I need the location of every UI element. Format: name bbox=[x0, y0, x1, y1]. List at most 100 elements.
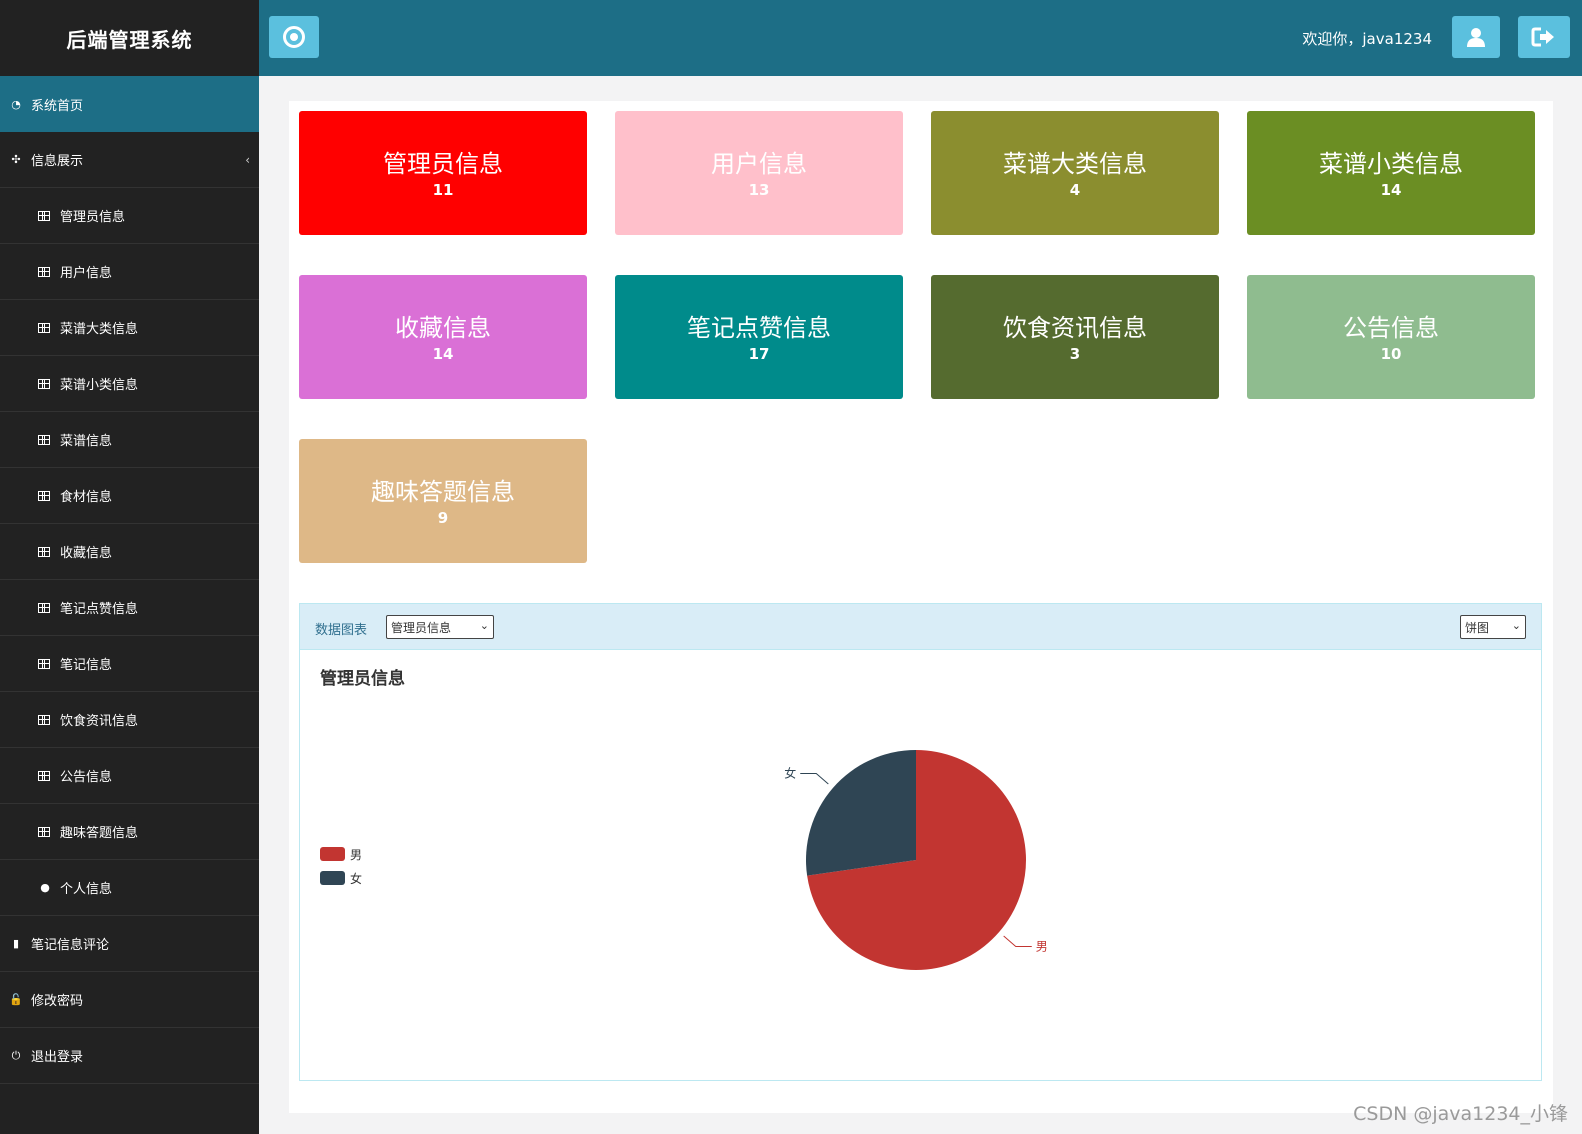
sidebar-item-13[interactable]: 趣味答题信息 bbox=[0, 804, 259, 860]
sidebar-item-9[interactable]: 笔记点赞信息 bbox=[0, 580, 259, 636]
stat-card[interactable]: 收藏信息 14 bbox=[299, 275, 587, 399]
sidebar-item-label: 笔记信息评论 bbox=[31, 938, 110, 953]
chart-legend: 男女 bbox=[320, 842, 362, 890]
stat-card[interactable]: 用户信息 13 bbox=[615, 111, 903, 235]
home-button[interactable] bbox=[269, 16, 319, 58]
lock-icon: 🔓 bbox=[9, 993, 23, 1006]
stat-card-count: 14 bbox=[1380, 181, 1402, 199]
pie-label-line bbox=[1003, 935, 1032, 947]
table-icon bbox=[38, 490, 50, 501]
top-bar: 欢迎你，java1234 bbox=[259, 0, 1582, 76]
stat-card-title: 公告信息 bbox=[1343, 314, 1439, 342]
brand-title: 后端管理系统 bbox=[66, 27, 193, 52]
stat-card-count: 3 bbox=[1069, 345, 1081, 363]
stat-card-title: 笔记点赞信息 bbox=[687, 314, 831, 342]
sidebar-item-3[interactable]: 用户信息 bbox=[0, 244, 259, 300]
stat-card-title: 收藏信息 bbox=[395, 314, 491, 342]
sidebar-item-label: 个人信息 bbox=[60, 882, 113, 897]
sidebar-item-label: 管理员信息 bbox=[60, 210, 126, 225]
sidebar-item-8[interactable]: 收藏信息 bbox=[0, 524, 259, 580]
table-icon bbox=[38, 658, 50, 669]
table-icon bbox=[38, 378, 50, 389]
sidebar-item-12[interactable]: 公告信息 bbox=[0, 748, 259, 804]
stat-card[interactable]: 趣味答题信息 9 bbox=[299, 439, 587, 563]
sidebar-item-label: 食材信息 bbox=[60, 490, 113, 505]
stat-card-title: 饮食资讯信息 bbox=[1003, 314, 1147, 342]
table-icon bbox=[38, 714, 50, 725]
legend-label: 女 bbox=[350, 871, 363, 886]
sidebar-item-1[interactable]: ✣ 信息展示 ‹ bbox=[0, 132, 259, 188]
stat-card[interactable]: 公告信息 10 bbox=[1247, 275, 1535, 399]
sidebar-item-label: 笔记信息 bbox=[60, 658, 113, 673]
chart-body: 男女 管理员信息 男女 bbox=[300, 650, 1541, 1080]
sidebar-item-0[interactable]: ◔ 系统首页 bbox=[0, 76, 259, 132]
file-icon: ▮ bbox=[12, 937, 20, 950]
table-icon bbox=[38, 546, 50, 557]
table-icon bbox=[38, 210, 50, 221]
stat-card[interactable]: 菜谱大类信息 4 bbox=[931, 111, 1219, 235]
sidebar-item-16[interactable]: 🔓 修改密码 bbox=[0, 972, 259, 1028]
sidebar-item-label: 收藏信息 bbox=[60, 546, 113, 561]
pie-slice-label: 女 bbox=[784, 766, 796, 781]
chart-panel-label: 数据图表 bbox=[315, 623, 368, 638]
table-icon bbox=[38, 322, 50, 333]
table-icon bbox=[38, 266, 50, 277]
sidebar-item-5[interactable]: 菜谱小类信息 bbox=[0, 356, 259, 412]
stat-card-count: 13 bbox=[748, 181, 770, 199]
sidebar-item-label: 系统首页 bbox=[31, 98, 84, 114]
stat-card-count: 10 bbox=[1380, 345, 1402, 363]
sidebar-item-label: 趣味答题信息 bbox=[60, 826, 139, 841]
stat-card-count: 17 bbox=[748, 345, 770, 363]
table-icon bbox=[38, 434, 50, 445]
stat-card-title: 管理员信息 bbox=[383, 150, 503, 178]
sidebar-item-15[interactable]: ▮ 笔记信息评论 bbox=[0, 916, 259, 972]
watermark: CSDN @java1234_小锋 bbox=[1353, 1103, 1568, 1125]
legend-item[interactable]: 男 bbox=[320, 842, 362, 866]
legend-label: 男 bbox=[350, 847, 363, 862]
sidebar: 后端管理系统 ◔ 系统首页 ✣ 信息展示 ‹ 管理员信息用户信息菜谱大类信息 菜谱小类信息菜… bbox=[0, 0, 259, 1134]
chart-panel-header: 数据图表 管理员信息 ⌄ 饼图 ⌄ bbox=[300, 604, 1541, 650]
chevron-down-icon: ⌄ bbox=[1511, 619, 1521, 632]
user-icon bbox=[1467, 28, 1485, 47]
dot-circle-icon bbox=[283, 26, 305, 48]
sidebar-item-14[interactable]: ● 个人信息 bbox=[0, 860, 259, 916]
sitemap-icon: ✣ bbox=[11, 153, 21, 166]
power-icon: ⏻ bbox=[11, 1048, 21, 1062]
chart-type-select[interactable]: 饼图 ⌄ bbox=[1460, 615, 1526, 639]
legend-swatch bbox=[320, 847, 345, 861]
table-select[interactable]: 管理员信息 ⌄ bbox=[386, 615, 494, 639]
sidebar-item-6[interactable]: 菜谱信息 bbox=[0, 412, 259, 468]
legend-swatch bbox=[320, 871, 345, 885]
chevron-left-icon: ‹ bbox=[245, 152, 250, 167]
sidebar-item-label: 退出登录 bbox=[31, 1050, 84, 1065]
sidebar-item-11[interactable]: 饮食资讯信息 bbox=[0, 692, 259, 748]
sidebar-item-4[interactable]: 菜谱大类信息 bbox=[0, 300, 259, 356]
sidebar-item-7[interactable]: 食材信息 bbox=[0, 468, 259, 524]
user-profile-button[interactable] bbox=[1452, 16, 1500, 58]
sidebar-item-label: 公告信息 bbox=[60, 770, 113, 785]
sidebar-item-label: 用户信息 bbox=[60, 266, 113, 281]
sidebar-item-17[interactable]: ⏻ 退出登录 bbox=[0, 1028, 259, 1084]
sidebar-item-label: 菜谱小类信息 bbox=[60, 378, 139, 393]
stat-card[interactable]: 管理员信息 11 bbox=[299, 111, 587, 235]
sidebar-item-10[interactable]: 笔记信息 bbox=[0, 636, 259, 692]
stat-card[interactable]: 饮食资讯信息 3 bbox=[931, 275, 1219, 399]
legend-item[interactable]: 女 bbox=[320, 866, 362, 890]
table-icon bbox=[38, 602, 50, 613]
stat-card-title: 菜谱大类信息 bbox=[1003, 150, 1147, 178]
logout-button[interactable] bbox=[1518, 16, 1570, 58]
pie-slice[interactable] bbox=[806, 750, 916, 876]
stat-card[interactable]: 笔记点赞信息 17 bbox=[615, 275, 903, 399]
table-icon bbox=[38, 770, 50, 781]
stat-card-count: 9 bbox=[437, 509, 449, 527]
table-icon bbox=[38, 826, 50, 837]
sidebar-item-label: 菜谱信息 bbox=[60, 434, 113, 449]
sign-out-icon bbox=[1531, 27, 1554, 47]
pie-slice-label: 男 bbox=[1036, 939, 1048, 953]
sidebar-item-label: 菜谱大类信息 bbox=[60, 322, 139, 337]
stat-card[interactable]: 菜谱小类信息 14 bbox=[1247, 111, 1535, 235]
sidebar-item-label: 修改密码 bbox=[31, 994, 84, 1009]
stat-card-count: 4 bbox=[1069, 181, 1081, 199]
sidebar-item-2[interactable]: 管理员信息 bbox=[0, 188, 259, 244]
sidebar-menu: ◔ 系统首页 ✣ 信息展示 ‹ 管理员信息用户信息菜谱大类信息 菜谱小类信息 菜谱信息食材信息… bbox=[0, 76, 259, 1084]
